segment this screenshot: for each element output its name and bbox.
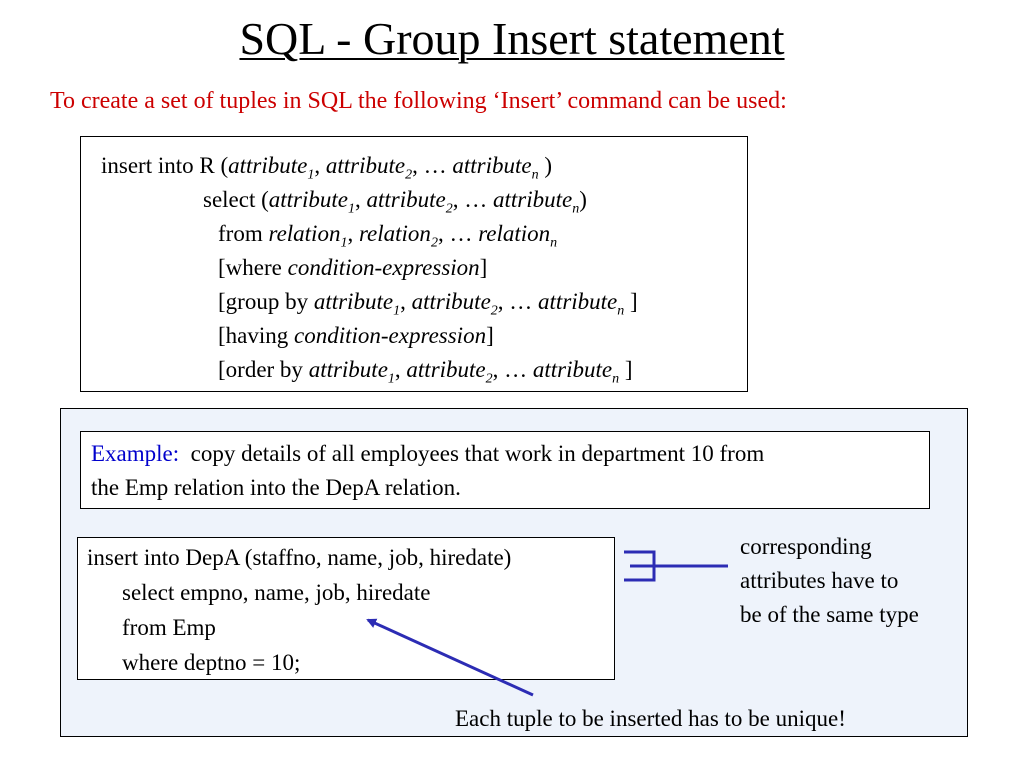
bracket-connector: [624, 550, 728, 582]
connector-overlay: [366, 550, 728, 697]
unique-arrow: [366, 618, 534, 697]
